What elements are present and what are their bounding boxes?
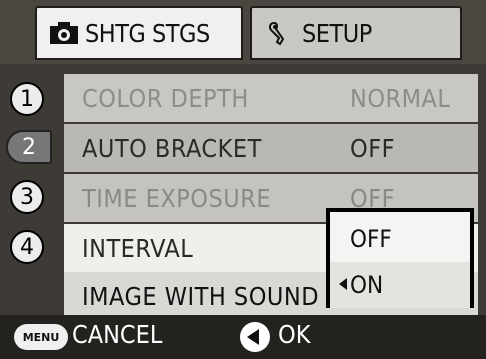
tab-bar: SHTG STGS SETUP (0, 0, 486, 64)
page-4-indicator[interactable]: 4 (10, 230, 44, 264)
menu-item-name: INTERVAL (82, 233, 194, 263)
option-popup: OFF ON (326, 208, 474, 308)
tab-shooting-label: SHTG STGS (85, 18, 210, 48)
menu-item-name: COLOR DEPTH (82, 83, 249, 113)
menu-item-name: TIME EXPOSURE (82, 183, 272, 213)
menu-item-name: IMAGE WITH SOUND (82, 281, 320, 311)
selection-pointer-icon (339, 278, 347, 290)
option-off[interactable]: OFF (330, 216, 470, 262)
menu-item-color-depth[interactable]: COLOR DEPTH NORMAL (64, 74, 478, 122)
ok-label: OK (278, 320, 311, 349)
footer-bar: MENU CANCEL OK (0, 315, 486, 359)
wrench-icon (266, 20, 296, 46)
page-2-indicator[interactable]: 2 (6, 130, 52, 164)
camera-menu-screen: SHTG STGS SETUP 1 2 3 4 COLOR DEPTH NORM… (0, 0, 486, 359)
cancel-label: CANCEL (72, 320, 163, 349)
page-3-indicator[interactable]: 3 (10, 180, 44, 214)
left-arrow-button-icon[interactable] (240, 322, 270, 352)
menu-item-name: AUTO BRACKET (82, 133, 262, 163)
tab-shooting-settings[interactable]: SHTG STGS (35, 6, 243, 60)
tab-setup-label: SETUP (302, 18, 372, 48)
tab-setup[interactable]: SETUP (250, 6, 462, 60)
page-1-indicator[interactable]: 1 (10, 82, 44, 116)
option-on[interactable]: ON (330, 262, 470, 308)
menu-item-value: OFF (350, 133, 396, 163)
menu-item-auto-bracket[interactable]: AUTO BRACKET OFF (64, 124, 478, 172)
menu-item-value: NORMAL (350, 83, 451, 113)
camera-icon (49, 20, 79, 46)
page-selector: 1 2 3 4 (0, 64, 70, 315)
menu-button[interactable]: MENU (14, 324, 68, 350)
